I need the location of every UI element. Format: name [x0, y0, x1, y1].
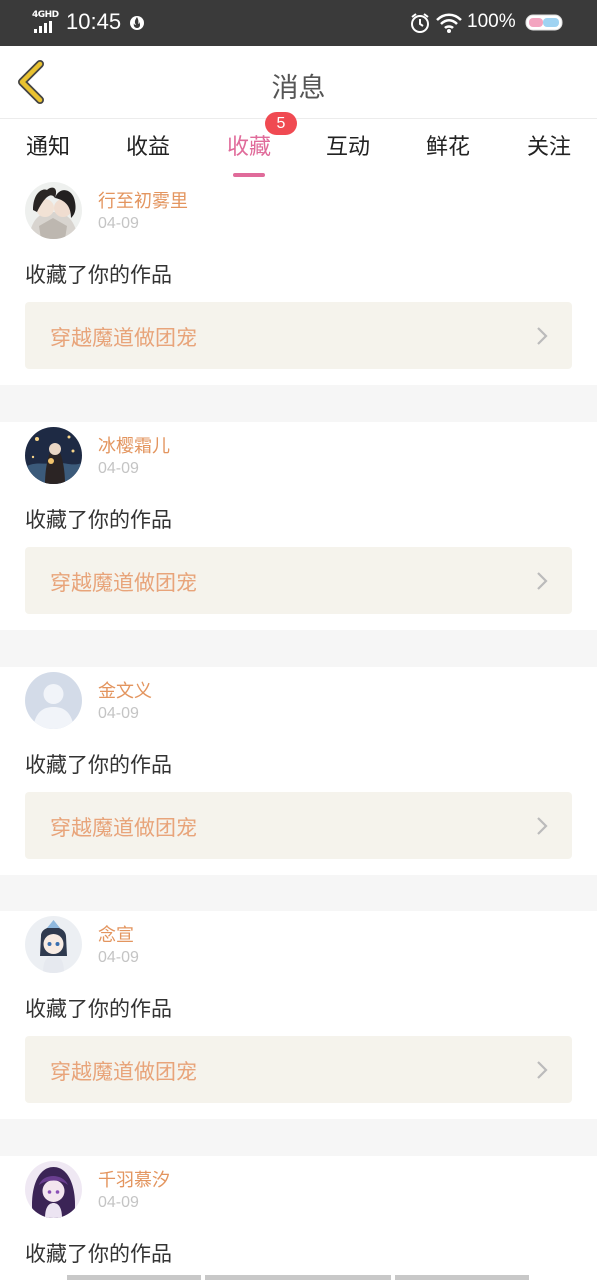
chevron-right-icon	[537, 572, 548, 590]
chevron-right-icon	[537, 327, 548, 345]
tab-label: 鲜花	[425, 135, 470, 160]
wifi-icon	[436, 13, 462, 33]
chevron-right-icon	[537, 817, 548, 835]
work-title: 穿越魔道做团宠	[50, 571, 197, 595]
work-link[interactable]: 穿越魔道做团宠	[25, 1036, 572, 1103]
battery-percentage: 100%	[467, 11, 516, 32]
work-link[interactable]: 穿越魔道做团宠	[25, 302, 572, 369]
notification-action-text: 收藏了你的作品	[25, 753, 172, 777]
work-title: 穿越魔道做团宠	[50, 816, 197, 840]
notification-action-text: 收藏了你的作品	[25, 508, 172, 532]
unread-count-badge: 5	[265, 112, 297, 135]
notification-date: 04-09	[98, 1194, 139, 1211]
status-bar: 4GHD 10:45 100%	[0, 0, 597, 46]
tab-earnings[interactable]: 收益	[110, 129, 186, 173]
notification-card: 冰樱霜儿 04-09 收藏了你的作品 穿越魔道做团宠	[0, 422, 597, 630]
battery-icon	[525, 14, 563, 31]
tab-flowers[interactable]: 鲜花	[410, 129, 486, 173]
notification-card: 行至初雾里 04-09 收藏了你的作品 穿越魔道做团宠	[0, 177, 597, 385]
username-link[interactable]: 念宣	[98, 921, 134, 947]
avatar[interactable]	[25, 916, 82, 973]
network-type-label: 4GHD	[32, 10, 59, 20]
alarm-clock-icon	[411, 13, 429, 33]
username-link[interactable]: 金文义	[98, 677, 152, 703]
avatar[interactable]	[25, 1161, 82, 1218]
notification-card: 念宣 04-09 收藏了你的作品 穿越魔道做团宠	[0, 911, 597, 1119]
notification-date: 04-09	[98, 215, 139, 232]
work-title: 穿越魔道做团宠	[50, 326, 197, 350]
avatar-placeholder[interactable]	[25, 672, 82, 729]
username-link[interactable]: 冰樱霜儿	[98, 432, 170, 458]
tab-interactions[interactable]: 互动	[310, 129, 386, 173]
notification-date: 04-09	[98, 949, 139, 966]
flame-icon	[130, 16, 144, 30]
tab-follows[interactable]: 关注	[511, 129, 587, 173]
notification-date: 04-09	[98, 460, 139, 477]
bottom-tab-shadow	[0, 1275, 597, 1280]
cellular-signal-icon: 4GHD	[32, 10, 60, 34]
tab-favorites[interactable]: 收藏	[211, 129, 287, 177]
work-link[interactable]: 穿越魔道做团宠	[25, 792, 572, 859]
username-link[interactable]: 千羽慕汐	[98, 1166, 170, 1192]
tab-bar: 通知 收益 收藏 互动 鲜花 关注	[0, 119, 597, 177]
avatar[interactable]	[25, 182, 82, 239]
notification-date: 04-09	[98, 705, 139, 722]
notification-card: 千羽慕汐 04-09 收藏了你的作品	[0, 1156, 597, 1280]
work-title: 穿越魔道做团宠	[50, 1060, 197, 1084]
chevron-right-icon	[537, 1061, 548, 1079]
avatar[interactable]	[25, 427, 82, 484]
tab-label: 关注	[526, 135, 571, 160]
header: 消息	[0, 46, 597, 119]
clock: 10:45	[66, 9, 122, 34]
notification-action-text: 收藏了你的作品	[25, 1242, 172, 1266]
tab-notifications[interactable]: 通知	[10, 129, 86, 173]
username-link[interactable]: 行至初雾里	[98, 187, 188, 213]
tab-label: 收藏	[226, 135, 271, 160]
tab-label: 通知	[25, 135, 70, 160]
notification-card: 金文义 04-09 收藏了你的作品 穿越魔道做团宠	[0, 667, 597, 875]
notification-action-text: 收藏了你的作品	[25, 997, 172, 1021]
notification-action-text: 收藏了你的作品	[25, 263, 172, 287]
work-link[interactable]: 穿越魔道做团宠	[25, 547, 572, 614]
tab-label: 收益	[125, 135, 170, 160]
page-title: 消息	[271, 73, 326, 104]
tab-label: 互动	[325, 135, 370, 160]
